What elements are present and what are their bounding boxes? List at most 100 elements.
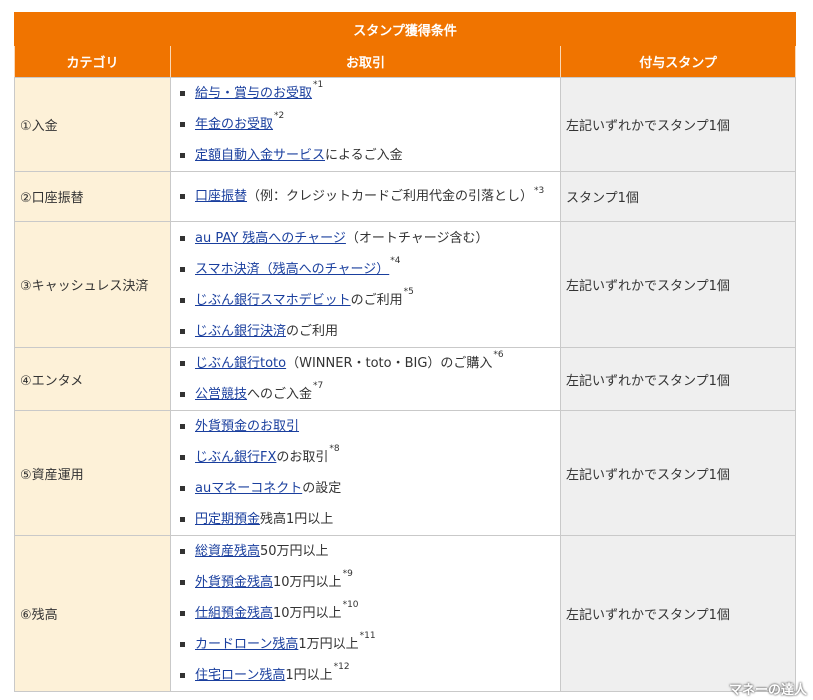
footnote-mark: *9 — [342, 569, 353, 579]
list-item: au PAY 残高へのチャージ（オートチャージ含む） — [177, 223, 554, 254]
header-transaction: お取引 — [170, 45, 561, 78]
bullet-icon — [180, 424, 185, 429]
list-item: 総資産残高50万円以上 — [177, 536, 554, 567]
footnote-mark: *11 — [359, 631, 376, 641]
table-row: ④エンタメ じぶん銀行toto（WINNER・toto・BIG）のご購入*6 公… — [14, 347, 797, 411]
link-toto[interactable]: じぶん銀行toto — [195, 356, 286, 371]
bullet-icon — [180, 235, 185, 241]
link-money-connect[interactable]: auマネーコネクト — [195, 481, 302, 496]
table-row: ⑤資産運用 外貨預金のお取引 じぶん銀行FXのお取引*8 auマネーコネクトの設… — [14, 410, 797, 536]
item-text: のお取引 — [276, 450, 329, 465]
footnote-mark: *1 — [313, 80, 324, 90]
stamp-cell: 左記いずれかでスタンプ1個 — [559, 535, 797, 692]
link-card-loan[interactable]: カードローン残高 — [195, 637, 298, 652]
item-text: 1円以上 — [285, 668, 333, 683]
transaction-cell: 外貨預金のお取引 じぶん銀行FXのお取引*8 auマネーコネクトの設定 円定期預… — [170, 410, 561, 536]
transaction-cell: 口座振替（例：クレジットカードご利用代金の引落とし）*3 — [170, 171, 561, 222]
bullet-icon — [180, 517, 185, 522]
list-item: 外貨預金のお取引 — [177, 411, 554, 442]
list-item: カードローン残高1万円以上*11 — [177, 629, 554, 660]
link-salary-receipt[interactable]: 給与・賞与のお受取 — [195, 86, 312, 101]
list-item: 定額自動入金サービスによるご入金 — [177, 140, 554, 171]
stamp-cell: 左記いずれかでスタンプ1個 — [559, 77, 797, 172]
bullet-icon — [180, 91, 185, 96]
bullet-icon — [180, 486, 185, 491]
list-item: 口座振替（例：クレジットカードご利用代金の引落とし）*3 — [177, 183, 554, 210]
list-item: じぶん銀行toto（WINNER・toto・BIG）のご購入*6 — [177, 348, 554, 379]
link-yen-time-deposit[interactable]: 円定期預金 — [195, 512, 260, 527]
category-cell: ⑥残高 — [14, 535, 171, 692]
list-item: 外貨預金残高10万円以上*9 — [177, 567, 554, 598]
list-item: じぶん銀行決済のご利用 — [177, 316, 554, 347]
category-cell: ⑤資産運用 — [14, 410, 171, 536]
footnote-mark: *4 — [390, 255, 401, 266]
item-text: 10万円以上 — [273, 606, 342, 621]
footnote-mark: *5 — [403, 286, 414, 297]
list-item: 公営競技へのご入金*7 — [177, 379, 554, 410]
item-text: 10万円以上 — [273, 575, 342, 590]
bullet-icon — [180, 153, 185, 158]
link-fx[interactable]: じぶん銀行FX — [195, 450, 276, 465]
item-text: 残高1円以上 — [260, 512, 334, 527]
table-title: スタンプ獲得条件 — [13, 12, 797, 46]
link-aupay-charge[interactable]: au PAY 残高へのチャージ — [195, 231, 346, 246]
link-bank-payment[interactable]: じぶん銀行決済 — [195, 324, 286, 339]
item-text: 50万円以上 — [260, 544, 329, 559]
link-auto-deposit[interactable]: 定額自動入金サービス — [195, 148, 325, 163]
link-smartphone-payment[interactable]: スマホ決済（残高へのチャージ） — [195, 262, 389, 277]
list-item: 円定期預金残高1円以上 — [177, 504, 554, 535]
bullet-icon — [180, 328, 185, 334]
header-category: カテゴリ — [14, 45, 171, 78]
footnote-mark: *10 — [342, 600, 359, 610]
transaction-cell: au PAY 残高へのチャージ（オートチャージ含む） スマホ決済（残高へのチャー… — [170, 221, 561, 348]
list-item: auマネーコネクトの設定 — [177, 473, 554, 504]
link-foreign-deposit[interactable]: 外貨預金のお取引 — [195, 419, 299, 434]
footnote-mark: *6 — [493, 350, 504, 360]
transaction-cell: 総資産残高50万円以上 外貨預金残高10万円以上*9 仕組預金残高10万円以上*… — [170, 535, 561, 692]
bullet-icon — [180, 455, 185, 460]
bullet-icon — [180, 266, 185, 272]
category-cell: ③キャッシュレス決済 — [14, 221, 171, 348]
stamp-cell: 左記いずれかでスタンプ1個 — [559, 410, 797, 536]
bullet-icon — [180, 122, 185, 127]
transaction-cell: じぶん銀行toto（WINNER・toto・BIG）のご購入*6 公営競技へのご… — [170, 347, 561, 411]
bullet-icon — [180, 673, 185, 678]
list-item: じぶん銀行FXのお取引*8 — [177, 442, 554, 473]
bullet-icon — [180, 611, 185, 616]
category-cell: ②口座振替 — [14, 171, 171, 222]
link-public-racing[interactable]: 公営競技 — [195, 387, 247, 402]
bullet-icon — [180, 297, 185, 303]
list-item: 仕組預金残高10万円以上*10 — [177, 598, 554, 629]
link-foreign-balance[interactable]: 外貨預金残高 — [195, 575, 273, 590]
item-text: （オートチャージ含む） — [345, 230, 489, 246]
category-cell: ①入金 — [14, 77, 171, 172]
list-item: スマホ決済（残高へのチャージ）*4 — [177, 254, 554, 285]
list-item: 住宅ローン残高1円以上*12 — [177, 660, 554, 691]
table-row: ①入金 給与・賞与のお受取*1 年金のお受取*2 定額自動入金サービスによるご入… — [14, 77, 797, 172]
footnote-mark: *12 — [333, 662, 350, 672]
stamp-cell: スタンプ1個 — [559, 171, 797, 222]
link-account-transfer[interactable]: 口座振替 — [195, 189, 247, 204]
watermark-logo: マネーの達人 — [728, 683, 807, 698]
footnote-mark: *7 — [313, 381, 324, 391]
link-housing-loan[interactable]: 住宅ローン残高 — [195, 668, 285, 683]
item-text: によるご入金 — [325, 148, 403, 163]
bullet-icon — [180, 392, 185, 397]
link-structured-deposit[interactable]: 仕組預金残高 — [195, 606, 273, 621]
bullet-icon — [180, 194, 185, 199]
link-debit[interactable]: じぶん銀行スマホデビット — [195, 293, 351, 308]
link-pension-receipt[interactable]: 年金のお受取 — [195, 117, 273, 132]
table-row: ③キャッシュレス決済 au PAY 残高へのチャージ（オートチャージ含む） スマ… — [14, 221, 797, 348]
stamp-cell: 左記いずれかでスタンプ1個 — [559, 221, 797, 348]
footnote-mark: *2 — [274, 111, 285, 121]
bullet-icon — [180, 642, 185, 647]
item-text: （WINNER・toto・BIG）のご購入 — [286, 356, 493, 371]
table-row: ⑥残高 総資産残高50万円以上 外貨預金残高10万円以上*9 仕組預金残高10万… — [14, 535, 797, 692]
list-item: じぶん銀行スマホデビットのご利用*5 — [177, 285, 554, 316]
bullet-icon — [180, 580, 185, 585]
bullet-icon — [180, 361, 185, 366]
category-cell: ④エンタメ — [14, 347, 171, 411]
item-text: へのご入金 — [247, 387, 313, 402]
stamp-cell: 左記いずれかでスタンプ1個 — [559, 347, 797, 411]
link-total-assets[interactable]: 総資産残高 — [195, 544, 260, 559]
